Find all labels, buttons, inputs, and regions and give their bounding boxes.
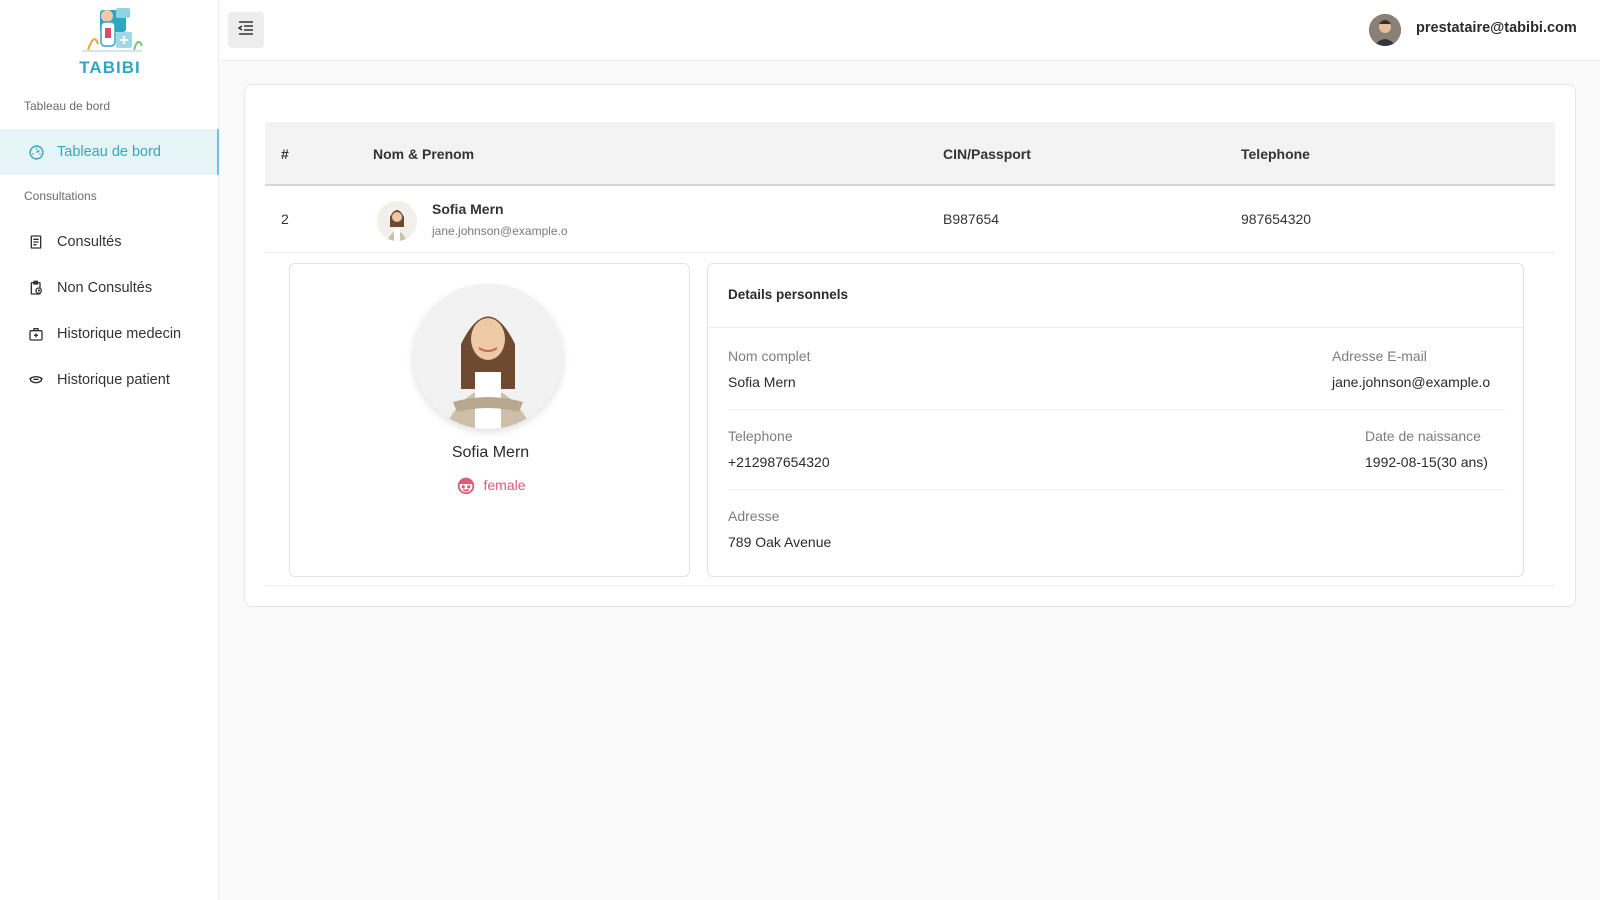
patient-avatar [377, 201, 417, 241]
column-name: Nom & Prenom [373, 146, 475, 162]
sidebar-item-label: Consultés [57, 234, 122, 250]
column-index: # [281, 146, 289, 162]
column-cin: CIN/Passport [943, 146, 1031, 162]
sidebar-item-historique-patient[interactable]: Historique patient [0, 357, 219, 403]
clipboard-clock-icon [27, 279, 45, 297]
patient-name: Sofia Mern [432, 201, 504, 217]
email-value: jane.johnson@example.o [1332, 374, 1491, 390]
divider [708, 327, 1525, 328]
medical-bag-icon [27, 325, 45, 343]
patient-mask-icon [27, 371, 45, 389]
section-dashboard-label: Tableau de bord [24, 99, 111, 113]
address-value: 789 Oak Avenue [728, 534, 832, 550]
user-email[interactable]: prestataire@tabibi.com [1416, 20, 1577, 36]
column-phone: Telephone [1241, 146, 1310, 162]
receipt-icon [27, 233, 45, 251]
table-row[interactable]: 2 Sofia Mern jane.johnson@example.o B987… [265, 186, 1555, 253]
gender-badge: female [290, 474, 691, 496]
profile-card: Sofia Mern female [289, 263, 690, 577]
patient-phone: 987654320 [1241, 211, 1312, 227]
birth-label: Date de naissance [1365, 428, 1481, 444]
divider [265, 585, 1555, 586]
menu-collapse-icon [237, 20, 254, 40]
full-name-value: Sofia Mern [728, 374, 796, 390]
table-header: # Nom & Prenom CIN/Passport Telephone [265, 122, 1555, 186]
phone-label: Telephone [728, 428, 793, 444]
section-consultations-label: Consultations [24, 189, 97, 203]
patient-cin: B987654 [943, 211, 1000, 227]
menu-toggle-button[interactable] [228, 12, 264, 48]
divider [728, 409, 1505, 410]
email-label: Adresse E-mail [1332, 348, 1427, 364]
patients-card: # Nom & Prenom CIN/Passport Telephone 2 … [244, 84, 1576, 607]
row-index: 2 [281, 211, 289, 227]
sidebar-item-consultes[interactable]: Consultés [0, 219, 219, 265]
dashboard-icon [27, 143, 45, 161]
birth-value: 1992-08-15(30 ans) [1365, 454, 1488, 470]
personal-details-card: Details personnels Nom complet Sofia Mer… [707, 263, 1525, 577]
divider [728, 489, 1505, 490]
patient-email: jane.johnson@example.o [432, 224, 568, 238]
sidebar-item-label: Tableau de bord [57, 144, 161, 160]
address-label: Adresse [728, 508, 780, 524]
sidebar-item-tableau-de-bord[interactable]: Tableau de bord [0, 129, 219, 175]
sidebar-item-label: Historique medecin [57, 326, 182, 342]
sidebar-item-historique-medecin[interactable]: Historique medecin [0, 311, 219, 357]
profile-photo [413, 284, 563, 429]
user-avatar[interactable] [1369, 14, 1401, 46]
sidebar: TABIBI Tableau de bord Tableau de bord C… [0, 0, 219, 900]
details-title: Details personnels [728, 287, 849, 302]
phone-value: +212987654320 [728, 454, 830, 470]
doctor-logo-icon [82, 8, 143, 52]
gender-label: female [483, 477, 526, 493]
female-face-icon [455, 474, 477, 496]
profile-name: Sofia Mern [451, 444, 530, 461]
full-name-label: Nom complet [728, 348, 811, 364]
logo-text: TABIBI [79, 58, 141, 77]
sidebar-item-label: Historique patient [57, 372, 170, 388]
sidebar-item-non-consultes[interactable]: Non Consultés [0, 265, 219, 311]
tabibi-logo[interactable]: TABIBI [72, 6, 148, 77]
sidebar-item-label: Non Consultés [57, 280, 153, 296]
topbar: prestataire@tabibi.com [220, 0, 1600, 61]
